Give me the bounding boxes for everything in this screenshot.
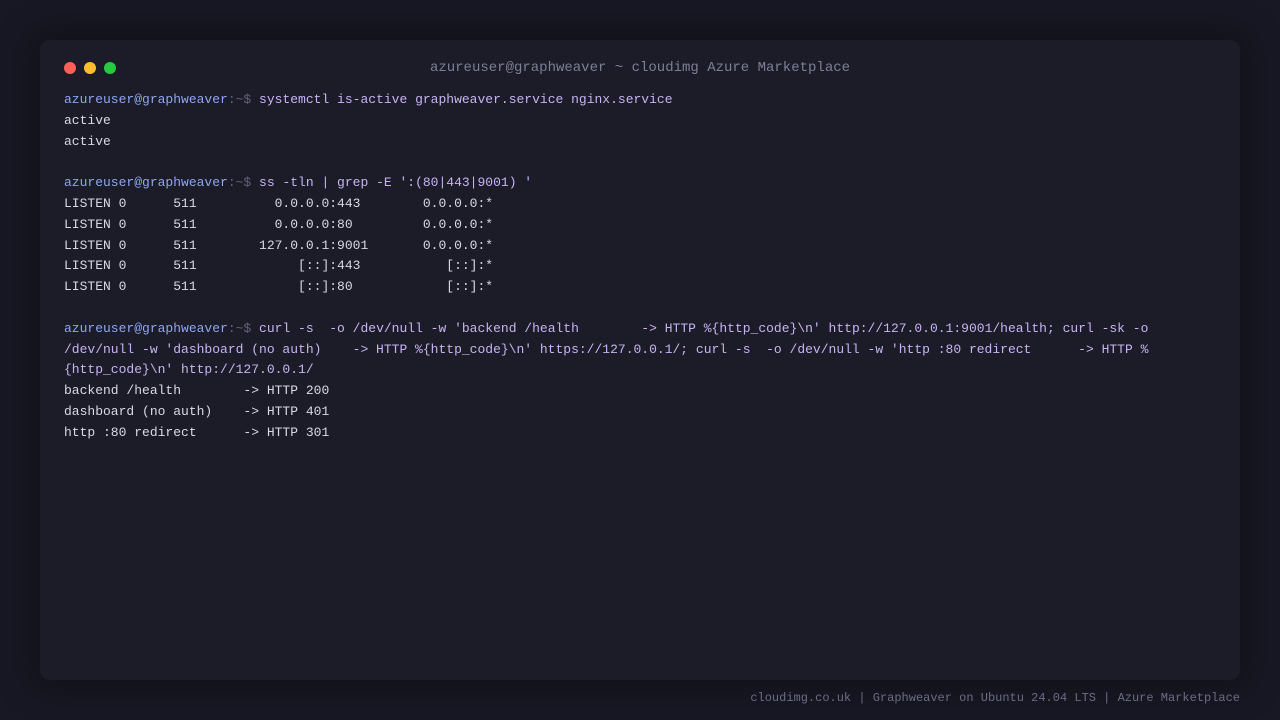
prompt-user-host: azureuser@graphweaver — [64, 320, 228, 336]
output-line: backend /health -> HTTP 200 — [64, 383, 330, 399]
command-line: azureuser@graphweaver:~$ curl -s -o /dev… — [64, 319, 1216, 340]
terminal-window: azureuser@graphweaver ~ cloudimg Azure M… — [40, 40, 1240, 680]
prompt-path: :~$ — [227, 92, 260, 107]
title-bar: azureuser@graphweaver ~ cloudimg Azure M… — [40, 40, 1240, 96]
output-line: LISTEN 0 511 [::]:443 [::]:* — [64, 258, 494, 274]
command-continuation: /dev/null -w 'dashboard (no auth) -> HTT… — [64, 341, 1149, 357]
command-text: ss -tln | grep -E ':(80|443|9001) ' — [259, 175, 533, 191]
output-line: http :80 redirect -> HTTP 301 — [64, 424, 330, 440]
terminal-output[interactable]: azureuser@graphweaver:~$ systemctl is-ac… — [64, 90, 1216, 444]
output-line: active — [64, 133, 111, 149]
prompt-user-host: azureuser@graphweaver — [64, 175, 228, 191]
prompt-user-host: azureuser@graphweaver — [64, 92, 228, 107]
footer-caption: cloudimg.co.uk | Graphweaver on Ubuntu 2… — [750, 691, 1240, 705]
output-line: LISTEN 0 511 0.0.0.0:443 0.0.0.0:* — [64, 195, 494, 211]
prompt-path: :~$ — [227, 320, 260, 336]
output-line: active — [64, 112, 111, 128]
command-continuation: {http_code}\n' http://127.0.0.1/ — [64, 362, 314, 378]
prompt-path: :~$ — [227, 175, 260, 191]
command-text: systemctl is-active graphweaver.service … — [259, 92, 673, 107]
command-line: azureuser@graphweaver:~$ ss -tln | grep … — [64, 173, 1216, 194]
output-line: LISTEN 0 511 [::]:80 [::]:* — [64, 279, 494, 295]
command-text: curl -s -o /dev/null -w 'backend /health… — [259, 320, 1149, 336]
output-line: LISTEN 0 511 127.0.0.1:9001 0.0.0.0:* — [64, 237, 494, 253]
command-line: azureuser@graphweaver:~$ systemctl is-ac… — [64, 90, 1216, 111]
output-line: LISTEN 0 511 0.0.0.0:80 0.0.0.0:* — [64, 216, 494, 232]
output-line: dashboard (no auth) -> HTTP 401 — [64, 403, 330, 419]
window-title: azureuser@graphweaver ~ cloudimg Azure M… — [429, 60, 851, 76]
